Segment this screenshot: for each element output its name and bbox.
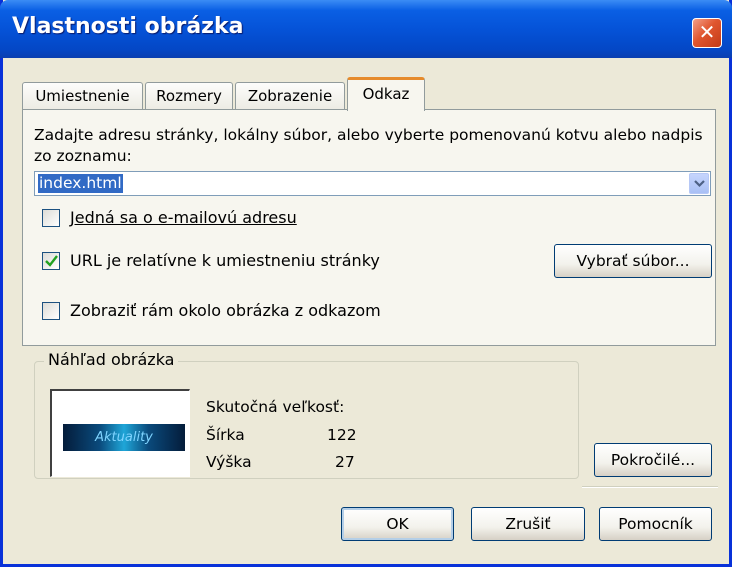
- tab-umiestnenie[interactable]: Umiestnenie: [22, 82, 143, 110]
- email-checkbox-label: Jedná sa o e-mailovú adresu: [70, 208, 297, 227]
- url-input[interactable]: index.html: [38, 174, 123, 193]
- close-icon[interactable]: ✕: [692, 18, 722, 48]
- relative-url-checkbox[interactable]: [42, 252, 60, 270]
- tab-odkaz[interactable]: Odkaz: [347, 77, 425, 111]
- width-value: 122: [327, 426, 357, 444]
- dialog-title: Vlastnosti obrázka: [12, 14, 244, 39]
- email-checkbox-label-text: Jedná sa o e-mailovú adresu: [70, 208, 297, 227]
- title-bar[interactable]: Vlastnosti obrázka ✕: [0, 0, 732, 58]
- height-value: 27: [335, 453, 355, 471]
- advanced-button[interactable]: Pokročilé...: [594, 443, 712, 477]
- ok-button[interactable]: OK: [341, 507, 454, 541]
- show-border-checkbox-label: Zobraziť rám okolo obrázka z odkazom: [70, 301, 381, 320]
- choose-file-button[interactable]: Vybrať súbor...: [554, 244, 712, 278]
- image-preview-group-label: Náhľad obrázka: [44, 350, 179, 369]
- relative-url-checkbox-label: URL je relatívne k umiestneniu stránky: [70, 251, 380, 270]
- chevron-down-icon[interactable]: [689, 173, 709, 194]
- separator-line: [582, 486, 718, 488]
- tab-rozmery[interactable]: Rozmery: [145, 82, 233, 110]
- actual-size-label: Skutočná veľkosť:: [206, 398, 345, 416]
- cancel-button[interactable]: Zrušiť: [471, 507, 585, 541]
- show-border-checkbox[interactable]: [42, 302, 60, 320]
- help-button[interactable]: Pomocník: [599, 507, 712, 541]
- link-instruction-text: Zadajte adresu stránky, lokálny súbor, a…: [34, 126, 703, 165]
- image-preview-thumbnail: Aktuality: [63, 424, 185, 451]
- width-label: Šírka: [206, 426, 245, 444]
- url-combobox[interactable]: index.html: [34, 171, 711, 196]
- email-checkbox[interactable]: [42, 209, 60, 227]
- tab-zobrazenie[interactable]: Zobrazenie: [235, 82, 345, 110]
- height-label: Výška: [206, 453, 252, 471]
